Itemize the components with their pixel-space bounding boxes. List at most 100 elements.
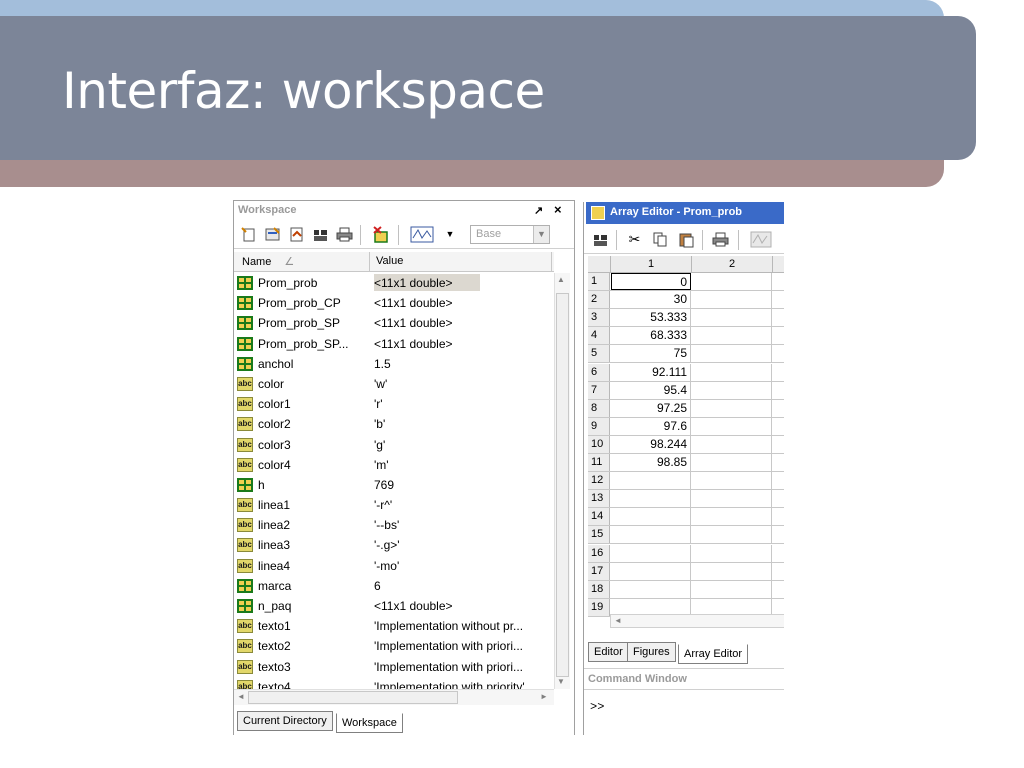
array-cell[interactable]: 97.25 [611,399,691,417]
save-workspace-icon[interactable] [312,226,329,243]
array-cell[interactable] [692,490,772,508]
array-cell[interactable] [611,580,691,598]
array-cell[interactable]: 0 [611,273,691,291]
variable-row[interactable]: abc texto4 'Implementation with priority' [234,677,554,689]
array-cell[interactable]: 30 [611,291,691,309]
array-cell[interactable] [692,345,772,363]
delete-variable-icon[interactable] [372,226,389,243]
array-cell[interactable] [611,526,691,544]
array-cell[interactable]: 95.4 [611,381,691,399]
variable-row[interactable]: abc linea3 '-.g>' [234,535,554,555]
array-cell[interactable]: 98.85 [611,454,691,472]
variable-row[interactable]: abc linea1 '-r^' [234,495,554,515]
array-cell[interactable] [611,508,691,526]
variable-row[interactable]: abc color2 'b' [234,414,554,434]
import-data-icon[interactable] [592,231,609,248]
variable-row[interactable]: Prom_prob_SP <11x1 double> [234,313,554,333]
scrollbar-thumb[interactable] [556,293,569,677]
tab-array-editor[interactable]: Array Editor [678,644,749,664]
array-cell[interactable] [692,526,772,544]
array-cell[interactable] [692,327,772,345]
variable-row[interactable]: h 769 [234,475,554,495]
chevron-down-icon[interactable]: ▼ [444,226,456,243]
plot-selection-icon[interactable] [410,226,436,243]
variable-row[interactable]: Prom_prob_SP... <11x1 double> [234,334,554,354]
array-cell[interactable] [692,417,772,435]
column-header-name[interactable]: Name ∠ [234,252,370,272]
variable-row[interactable]: abc texto1 'Implementation without pr... [234,616,554,636]
variable-row[interactable]: abc linea2 '--bs' [234,515,554,535]
scroll-right-icon[interactable]: ► [540,692,548,701]
variable-row[interactable]: anchol 1.5 [234,354,554,374]
plot-selection-icon[interactable] [750,231,772,248]
array-cell[interactable]: 92.111 [611,363,691,381]
array-cell[interactable] [692,399,772,417]
array-cell[interactable]: 97.6 [611,417,691,435]
variable-value: 'Implementation without pr... [374,619,524,634]
variable-row[interactable]: abc color3 'g' [234,435,554,455]
scroll-left-icon[interactable]: ◄ [237,692,245,701]
array-cell[interactable] [692,472,772,490]
command-prompt[interactable]: >> [590,700,604,714]
array-cell[interactable]: 75 [611,345,691,363]
array-cell[interactable] [692,291,772,309]
scroll-down-icon[interactable]: ▼ [557,677,565,686]
array-cell[interactable] [692,309,772,327]
cut-icon[interactable]: ✂ [626,231,643,248]
array-cell[interactable] [611,562,691,580]
tab-editor[interactable]: Editor [588,642,629,662]
variable-row[interactable]: n_paq <11x1 double> [234,596,554,616]
variable-row[interactable]: Prom_prob <11x1 double> [234,273,554,293]
close-icon[interactable]: × [554,202,562,217]
scrollbar-thumb[interactable] [248,691,458,704]
array-cell[interactable] [692,454,772,472]
vertical-scrollbar[interactable]: ▲ ▼ [554,273,570,689]
variable-row[interactable]: abc linea4 '-mo' [234,556,554,576]
undock-arrow-icon[interactable]: ↗ [534,204,543,217]
column-header-value[interactable]: Value [370,252,552,272]
variable-name: h [258,477,265,492]
variable-row[interactable]: abc texto3 'Implementation with priori... [234,657,554,677]
print-icon[interactable] [712,231,729,248]
array-cell[interactable] [692,363,772,381]
array-cell[interactable] [692,508,772,526]
array-cell[interactable] [611,544,691,562]
variable-row[interactable]: abc color4 'm' [234,455,554,475]
scroll-up-icon[interactable]: ▲ [557,275,565,284]
horizontal-scrollbar[interactable]: ◄ ► [234,689,554,705]
row-number: 7 [588,381,610,399]
copy-icon[interactable] [652,231,669,248]
variable-row[interactable]: abc color1 'r' [234,394,554,414]
array-cell[interactable] [692,544,772,562]
tab-current-directory[interactable]: Current Directory [237,711,333,731]
new-variable-icon[interactable] [240,226,257,243]
array-horizontal-scrollbar[interactable]: ◄ [610,614,784,628]
scroll-left-icon[interactable]: ◄ [614,616,622,625]
tab-figures[interactable]: Figures [627,642,676,662]
variable-row[interactable]: Prom_prob_CP <11x1 double> [234,293,554,313]
array-cell[interactable]: 98.244 [611,435,691,453]
open-variable-icon[interactable] [264,226,281,243]
array-cell[interactable] [611,472,691,490]
array-cell[interactable] [692,562,772,580]
variable-row[interactable]: marca 6 [234,576,554,596]
row-number: 16 [588,544,610,562]
column-header-2[interactable]: 2 [692,258,772,270]
array-cell[interactable] [692,381,772,399]
array-cell[interactable] [692,435,772,453]
variable-value: 'r' [374,397,383,412]
stack-base-select[interactable]: Base ▼ [470,225,550,244]
array-cell[interactable]: 53.333 [611,309,691,327]
array-cell[interactable] [611,490,691,508]
tab-workspace[interactable]: Workspace [336,713,403,733]
array-cell[interactable] [692,273,772,291]
variable-row[interactable]: abc color 'w' [234,374,554,394]
array-cell[interactable]: 68.333 [611,327,691,345]
paste-icon[interactable] [678,231,695,248]
print-icon[interactable] [336,226,353,243]
variable-row[interactable]: abc texto2 'Implementation with priori... [234,636,554,656]
row-number: 15 [588,526,610,544]
array-cell[interactable] [692,580,772,598]
import-data-icon[interactable] [288,226,305,243]
column-header-1[interactable]: 1 [611,258,691,270]
